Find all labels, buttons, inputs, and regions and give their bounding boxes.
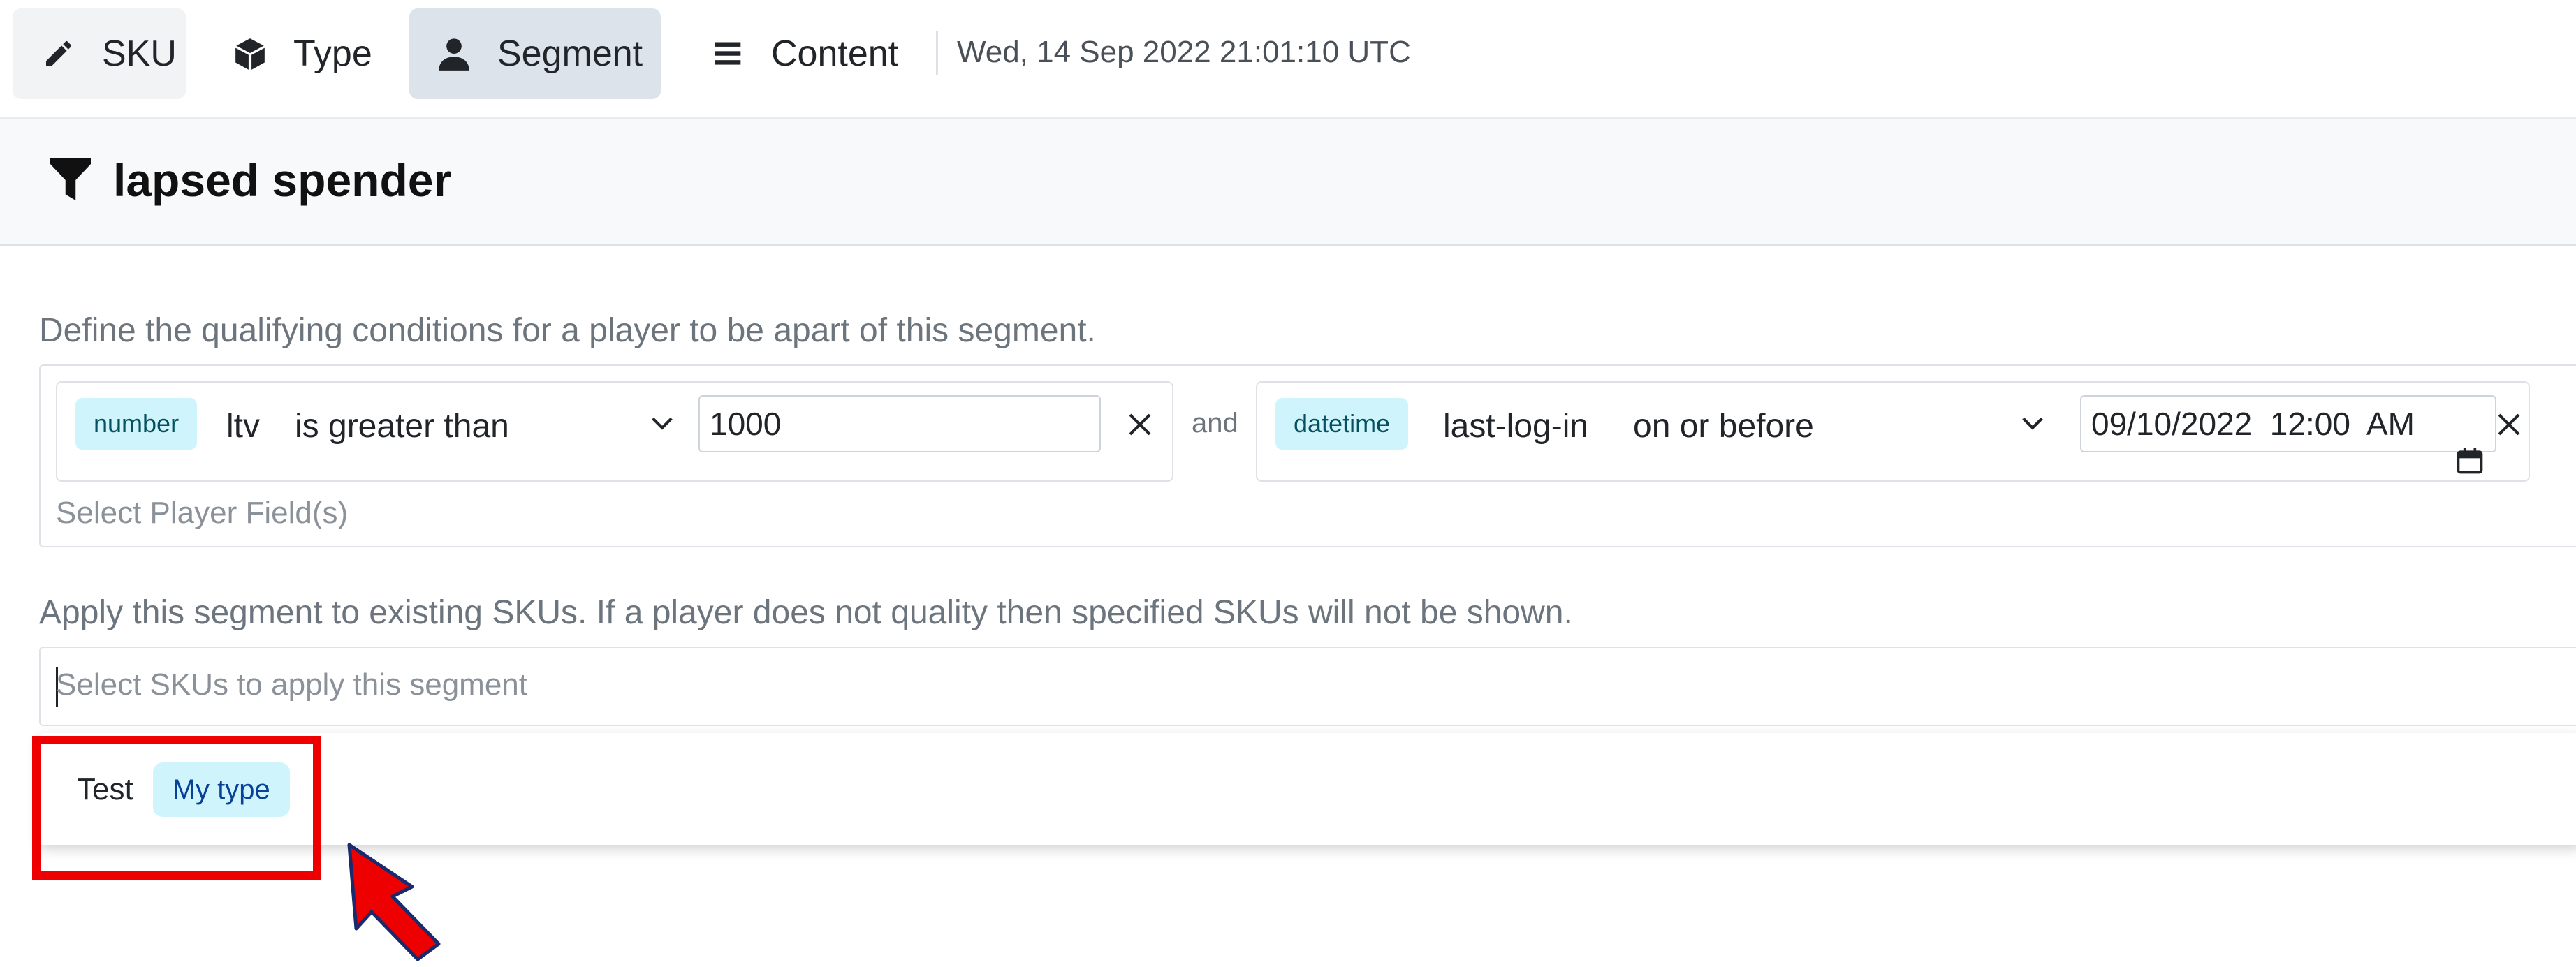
close-icon[interactable] bbox=[2492, 408, 2526, 441]
tab-segment[interactable]: Segment bbox=[409, 8, 661, 99]
and-joiner: and bbox=[1192, 408, 1238, 438]
chevron-down-icon[interactable] bbox=[2019, 409, 2047, 441]
cube-icon bbox=[230, 34, 270, 73]
timestamp: Wed, 14 Sep 2022 21:01:10 UTC bbox=[957, 35, 1411, 69]
player-field-placeholder[interactable]: Select Player Field(s) bbox=[56, 496, 348, 531]
pencil-icon bbox=[39, 34, 78, 73]
conditions-box[interactable]: number ltv is greater than 1000 and date… bbox=[39, 364, 2576, 547]
tab-sku[interactable]: SKU bbox=[13, 8, 186, 99]
operator-select[interactable]: on or before bbox=[1633, 407, 1814, 445]
tab-content[interactable]: Content bbox=[691, 8, 915, 99]
sku-select-input[interactable]: Select SKUs to apply this segment bbox=[39, 647, 2576, 726]
field-name: last-log-in bbox=[1443, 408, 1589, 445]
datetime-value: 09/10/2022 12:00 AM bbox=[2091, 406, 2415, 442]
highlight-box bbox=[32, 736, 321, 880]
apply-description: Apply this segment to existing SKUs. If … bbox=[39, 594, 1573, 631]
conditions-description: Define the qualifying conditions for a p… bbox=[39, 312, 1096, 349]
page-title: lapsed spender bbox=[113, 154, 452, 206]
value-input[interactable]: 1000 bbox=[698, 395, 1101, 452]
type-badge: datetime bbox=[1275, 398, 1409, 450]
tab-type[interactable]: Type bbox=[210, 8, 391, 99]
calendar-icon[interactable] bbox=[2383, 408, 2485, 522]
nav-divider bbox=[936, 31, 938, 75]
segment-header: lapsed spender bbox=[0, 119, 2576, 246]
condition-chip: datetime last-log-in on or before 09/10/… bbox=[1256, 381, 2530, 482]
arrow-icon bbox=[328, 831, 454, 967]
tab-label: Content bbox=[771, 34, 899, 74]
tab-label: SKU bbox=[102, 34, 177, 74]
operator-select[interactable]: is greater than bbox=[295, 407, 509, 445]
list-icon bbox=[708, 34, 747, 73]
tab-label: Type bbox=[293, 34, 372, 74]
tab-label: Segment bbox=[497, 34, 643, 74]
chevron-down-icon[interactable] bbox=[648, 409, 676, 441]
type-badge: number bbox=[75, 398, 198, 450]
condition-chip: number ltv is greater than 1000 bbox=[56, 381, 1173, 482]
sku-placeholder: Select SKUs to apply this segment bbox=[56, 667, 527, 702]
datetime-input[interactable]: 09/10/2022 12:00 AM bbox=[2080, 395, 2496, 474]
filter-icon bbox=[50, 158, 91, 206]
top-nav: SKU Type Segment Content Wed, 14 Sep 202… bbox=[0, 0, 2576, 119]
field-name: ltv bbox=[226, 408, 260, 445]
user-icon bbox=[434, 34, 474, 73]
close-icon[interactable] bbox=[1123, 408, 1157, 441]
sku-dropdown-menu: Test My type bbox=[39, 733, 2576, 845]
